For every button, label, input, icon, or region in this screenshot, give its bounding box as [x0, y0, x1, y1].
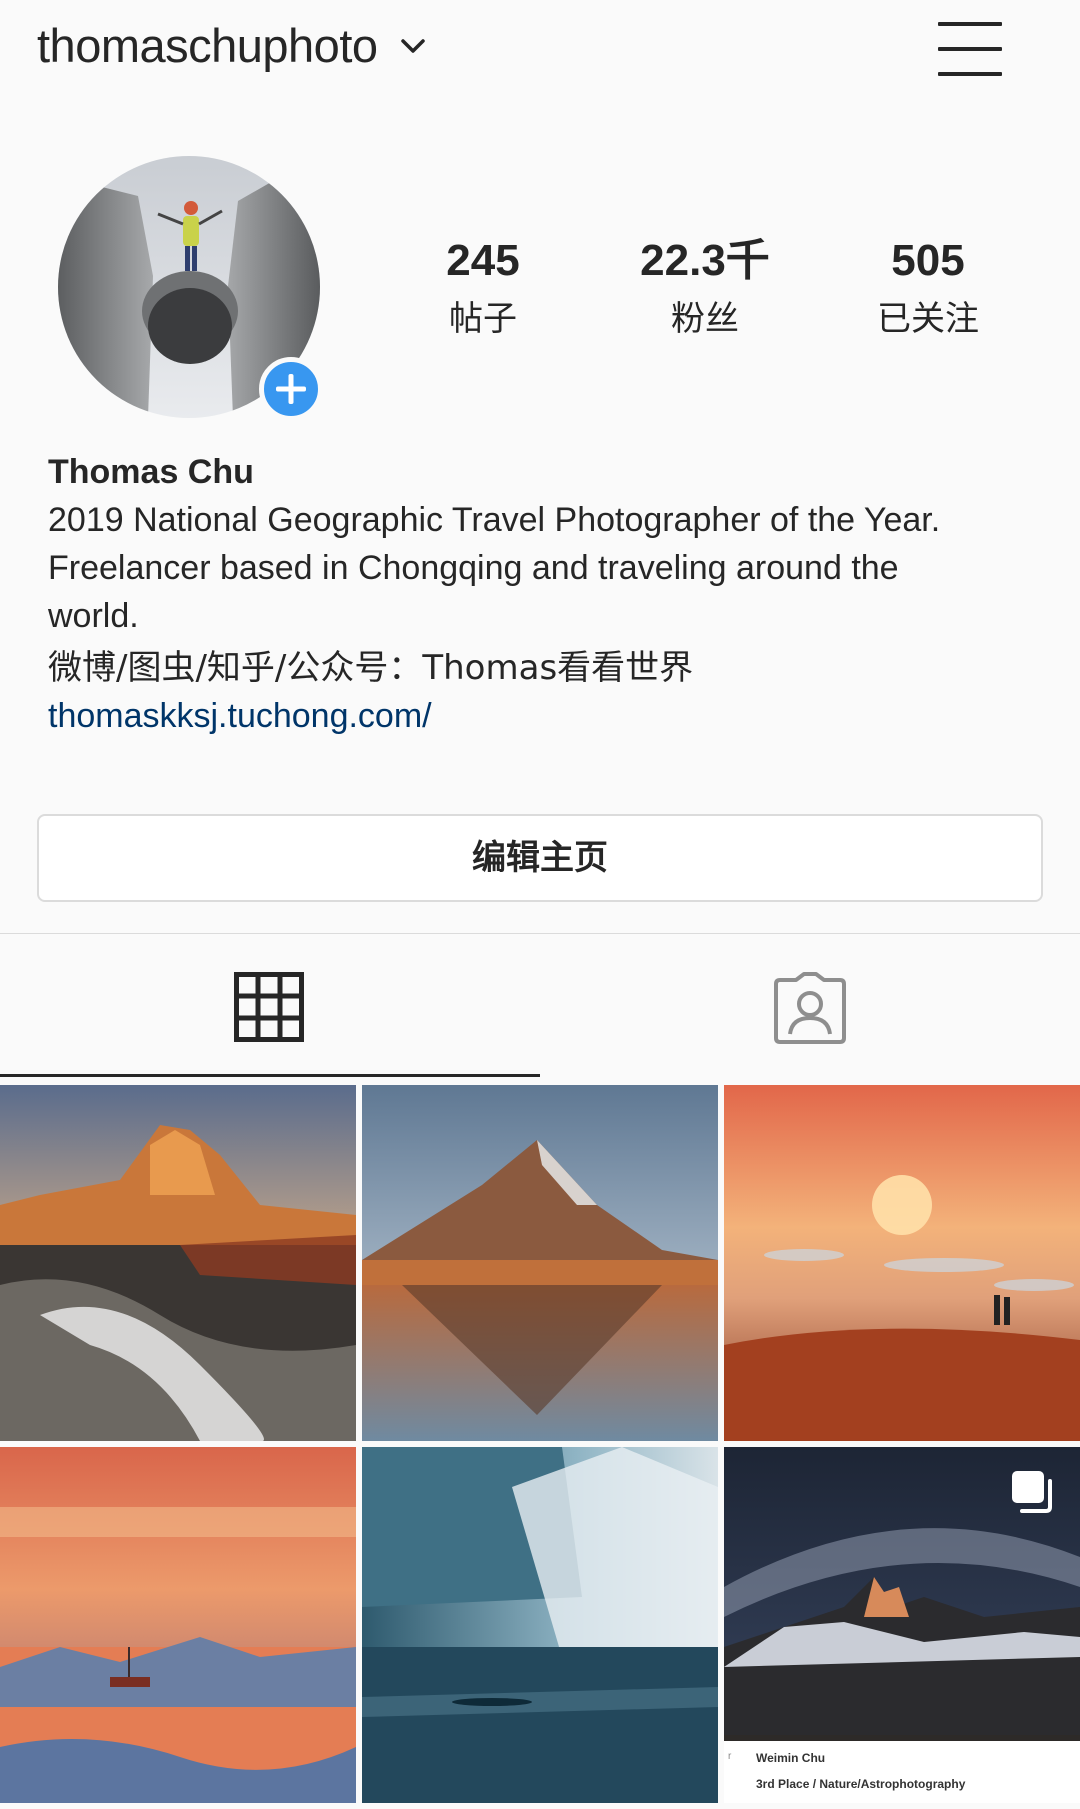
stat-label: 已关注	[877, 298, 979, 339]
display-name: Thomas Chu	[48, 453, 254, 491]
stat-value: 22.3千	[640, 236, 770, 285]
grid-photo[interactable]	[362, 1447, 718, 1803]
bio-line: Freelancer based in Chongqing and travel…	[48, 549, 899, 587]
account-switcher[interactable]: thomaschuphoto	[37, 18, 426, 73]
profile-bio: Thomas Chu 2019 National Geographic Trav…	[48, 448, 1048, 740]
grid-photo[interactable]	[0, 1085, 356, 1441]
caption-award: 3rd Place / Nature/Astrophotography	[756, 1777, 966, 1791]
grid-photo[interactable]	[362, 1085, 718, 1441]
bio-line: 微博/图虫/知乎/公众号：Thomas看看世界	[48, 648, 694, 688]
stat-label: 帖子	[449, 298, 517, 339]
caption-author: Weimin Chu	[756, 1751, 826, 1765]
chevron-down-icon	[400, 38, 425, 53]
username: thomaschuphoto	[37, 19, 378, 72]
tab-posts-grid[interactable]	[0, 934, 540, 1076]
bio-line: 2019 National Geographic Travel Photogra…	[48, 501, 941, 539]
add-story-button[interactable]	[259, 357, 323, 421]
tagged-person-icon	[774, 972, 846, 1044]
grid-photo[interactable]	[0, 1447, 356, 1803]
plus-icon	[276, 374, 306, 404]
profile-avatar[interactable]	[58, 156, 323, 421]
edit-profile-button[interactable]: 编辑主页	[37, 814, 1043, 902]
grid-photo[interactable]	[724, 1085, 1080, 1441]
stat-posts[interactable]: 245 帖子	[373, 236, 593, 340]
stat-value: 505	[891, 236, 965, 285]
bio-line: world.	[48, 597, 139, 635]
grid-photo-carousel[interactable]: r Weimin Chu 3rd Place / Nature/Astropho…	[724, 1447, 1080, 1803]
bio-website-link[interactable]: thomaskksj.tuchong.com/	[48, 697, 432, 735]
stat-following[interactable]: 505 已关注	[818, 236, 1038, 340]
carousel-icon	[1012, 1471, 1052, 1513]
stat-label: 粉丝	[671, 298, 739, 339]
photo-caption: r Weimin Chu 3rd Place / Nature/Astropho…	[724, 1741, 1080, 1803]
active-tab-indicator	[0, 1074, 540, 1077]
grid-icon	[234, 972, 304, 1042]
menu-icon[interactable]	[938, 20, 1002, 78]
caption-fragment: r	[728, 1751, 732, 1762]
stat-followers[interactable]: 22.3千 粉丝	[595, 236, 815, 340]
top-bar: thomaschuphoto	[0, 0, 1080, 110]
stat-value: 245	[446, 236, 520, 285]
tab-tagged[interactable]	[540, 934, 1080, 1076]
